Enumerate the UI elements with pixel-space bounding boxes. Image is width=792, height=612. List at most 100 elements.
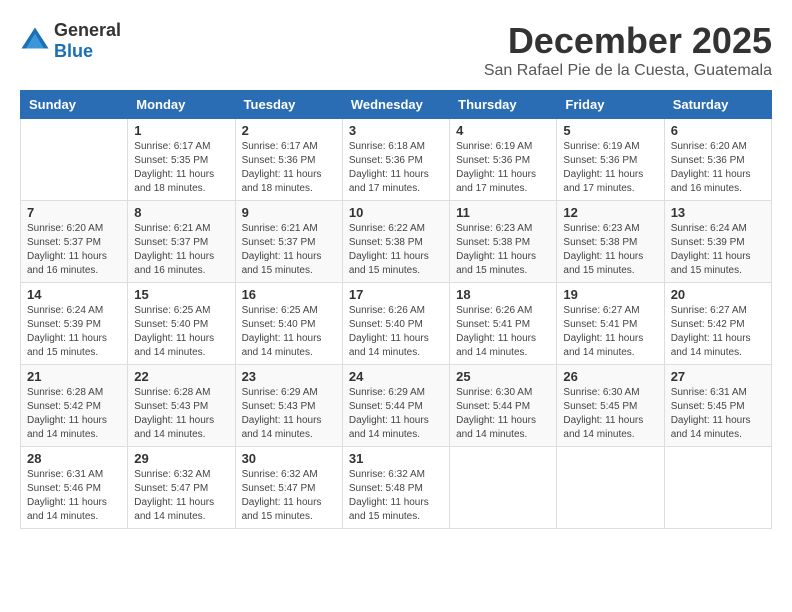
- day-info: Sunrise: 6:26 AM Sunset: 5:40 PM Dayligh…: [349, 304, 443, 360]
- day-info: Sunrise: 6:30 AM Sunset: 5:45 PM Dayligh…: [563, 386, 657, 442]
- table-row: 11 Sunrise: 6:23 AM Sunset: 5:38 PM Dayl…: [450, 201, 557, 283]
- table-row: 28 Sunrise: 6:31 AM Sunset: 5:46 PM Dayl…: [21, 447, 128, 529]
- sunrise-text: Sunrise: 6:27 AM: [671, 305, 747, 316]
- sunset-text: Sunset: 5:45 PM: [671, 401, 745, 412]
- day-number: 8: [134, 205, 228, 220]
- daylight-text: Daylight: 11 hours and 14 minutes.: [349, 333, 429, 358]
- sunrise-text: Sunrise: 6:22 AM: [349, 223, 425, 234]
- day-info: Sunrise: 6:29 AM Sunset: 5:43 PM Dayligh…: [242, 386, 336, 442]
- day-number: 19: [563, 287, 657, 302]
- sunrise-text: Sunrise: 6:25 AM: [134, 305, 210, 316]
- sunrise-text: Sunrise: 6:30 AM: [456, 387, 532, 398]
- sunrise-text: Sunrise: 6:27 AM: [563, 305, 639, 316]
- sunrise-text: Sunrise: 6:32 AM: [242, 469, 318, 480]
- daylight-text: Daylight: 11 hours and 14 minutes.: [671, 415, 751, 440]
- header-friday: Friday: [557, 91, 664, 119]
- sunset-text: Sunset: 5:47 PM: [134, 483, 208, 494]
- sunrise-text: Sunrise: 6:31 AM: [671, 387, 747, 398]
- sunset-text: Sunset: 5:36 PM: [456, 155, 530, 166]
- table-row: 22 Sunrise: 6:28 AM Sunset: 5:43 PM Dayl…: [128, 365, 235, 447]
- sunrise-text: Sunrise: 6:20 AM: [671, 141, 747, 152]
- day-number: 6: [671, 123, 765, 138]
- sunset-text: Sunset: 5:40 PM: [349, 319, 423, 330]
- daylight-text: Daylight: 11 hours and 15 minutes.: [671, 251, 751, 276]
- day-info: Sunrise: 6:29 AM Sunset: 5:44 PM Dayligh…: [349, 386, 443, 442]
- day-info: Sunrise: 6:25 AM Sunset: 5:40 PM Dayligh…: [242, 304, 336, 360]
- day-number: 11: [456, 205, 550, 220]
- day-info: Sunrise: 6:27 AM Sunset: 5:42 PM Dayligh…: [671, 304, 765, 360]
- sunset-text: Sunset: 5:41 PM: [563, 319, 637, 330]
- daylight-text: Daylight: 11 hours and 15 minutes.: [456, 251, 536, 276]
- header-wednesday: Wednesday: [342, 91, 449, 119]
- daylight-text: Daylight: 11 hours and 16 minutes.: [27, 251, 107, 276]
- day-number: 1: [134, 123, 228, 138]
- day-info: Sunrise: 6:32 AM Sunset: 5:48 PM Dayligh…: [349, 468, 443, 524]
- day-number: 20: [671, 287, 765, 302]
- table-row: 21 Sunrise: 6:28 AM Sunset: 5:42 PM Dayl…: [21, 365, 128, 447]
- table-row: [450, 447, 557, 529]
- header-saturday: Saturday: [664, 91, 771, 119]
- sunset-text: Sunset: 5:40 PM: [242, 319, 316, 330]
- day-info: Sunrise: 6:30 AM Sunset: 5:44 PM Dayligh…: [456, 386, 550, 442]
- sunset-text: Sunset: 5:39 PM: [671, 237, 745, 248]
- sunrise-text: Sunrise: 6:23 AM: [563, 223, 639, 234]
- table-row: 20 Sunrise: 6:27 AM Sunset: 5:42 PM Dayl…: [664, 283, 771, 365]
- daylight-text: Daylight: 11 hours and 14 minutes.: [456, 333, 536, 358]
- table-row: 24 Sunrise: 6:29 AM Sunset: 5:44 PM Dayl…: [342, 365, 449, 447]
- day-info: Sunrise: 6:20 AM Sunset: 5:36 PM Dayligh…: [671, 140, 765, 196]
- sunrise-text: Sunrise: 6:32 AM: [134, 469, 210, 480]
- day-info: Sunrise: 6:24 AM Sunset: 5:39 PM Dayligh…: [27, 304, 121, 360]
- day-info: Sunrise: 6:32 AM Sunset: 5:47 PM Dayligh…: [242, 468, 336, 524]
- table-row: 26 Sunrise: 6:30 AM Sunset: 5:45 PM Dayl…: [557, 365, 664, 447]
- table-row: 2 Sunrise: 6:17 AM Sunset: 5:36 PM Dayli…: [235, 119, 342, 201]
- daylight-text: Daylight: 11 hours and 15 minutes.: [242, 497, 322, 522]
- sunrise-text: Sunrise: 6:24 AM: [27, 305, 103, 316]
- table-row: 1 Sunrise: 6:17 AM Sunset: 5:35 PM Dayli…: [128, 119, 235, 201]
- sunrise-text: Sunrise: 6:26 AM: [456, 305, 532, 316]
- daylight-text: Daylight: 11 hours and 15 minutes.: [563, 251, 643, 276]
- table-row: 31 Sunrise: 6:32 AM Sunset: 5:48 PM Dayl…: [342, 447, 449, 529]
- daylight-text: Daylight: 11 hours and 17 minutes.: [563, 169, 643, 194]
- calendar-week-row: 28 Sunrise: 6:31 AM Sunset: 5:46 PM Dayl…: [21, 447, 772, 529]
- sunrise-text: Sunrise: 6:31 AM: [27, 469, 103, 480]
- sunrise-text: Sunrise: 6:25 AM: [242, 305, 318, 316]
- sunset-text: Sunset: 5:38 PM: [349, 237, 423, 248]
- table-row: 14 Sunrise: 6:24 AM Sunset: 5:39 PM Dayl…: [21, 283, 128, 365]
- day-number: 12: [563, 205, 657, 220]
- day-info: Sunrise: 6:32 AM Sunset: 5:47 PM Dayligh…: [134, 468, 228, 524]
- day-info: Sunrise: 6:23 AM Sunset: 5:38 PM Dayligh…: [563, 222, 657, 278]
- sunrise-text: Sunrise: 6:18 AM: [349, 141, 425, 152]
- daylight-text: Daylight: 11 hours and 15 minutes.: [242, 251, 322, 276]
- day-info: Sunrise: 6:22 AM Sunset: 5:38 PM Dayligh…: [349, 222, 443, 278]
- day-info: Sunrise: 6:19 AM Sunset: 5:36 PM Dayligh…: [563, 140, 657, 196]
- daylight-text: Daylight: 11 hours and 14 minutes.: [563, 415, 643, 440]
- sunset-text: Sunset: 5:41 PM: [456, 319, 530, 330]
- table-row: 9 Sunrise: 6:21 AM Sunset: 5:37 PM Dayli…: [235, 201, 342, 283]
- day-number: 29: [134, 451, 228, 466]
- sunrise-text: Sunrise: 6:17 AM: [242, 141, 318, 152]
- header-thursday: Thursday: [450, 91, 557, 119]
- table-row: 29 Sunrise: 6:32 AM Sunset: 5:47 PM Dayl…: [128, 447, 235, 529]
- sunset-text: Sunset: 5:39 PM: [27, 319, 101, 330]
- sunrise-text: Sunrise: 6:32 AM: [349, 469, 425, 480]
- day-info: Sunrise: 6:24 AM Sunset: 5:39 PM Dayligh…: [671, 222, 765, 278]
- calendar-table: Sunday Monday Tuesday Wednesday Thursday…: [20, 90, 772, 529]
- table-row: 27 Sunrise: 6:31 AM Sunset: 5:45 PM Dayl…: [664, 365, 771, 447]
- sunrise-text: Sunrise: 6:26 AM: [349, 305, 425, 316]
- day-info: Sunrise: 6:28 AM Sunset: 5:42 PM Dayligh…: [27, 386, 121, 442]
- day-number: 18: [456, 287, 550, 302]
- sunrise-text: Sunrise: 6:20 AM: [27, 223, 103, 234]
- logo-general-text: General: [54, 20, 121, 40]
- day-number: 25: [456, 369, 550, 384]
- sunset-text: Sunset: 5:37 PM: [27, 237, 101, 248]
- sunset-text: Sunset: 5:36 PM: [563, 155, 637, 166]
- sunset-text: Sunset: 5:42 PM: [27, 401, 101, 412]
- sunrise-text: Sunrise: 6:21 AM: [134, 223, 210, 234]
- day-info: Sunrise: 6:25 AM Sunset: 5:40 PM Dayligh…: [134, 304, 228, 360]
- sunset-text: Sunset: 5:43 PM: [242, 401, 316, 412]
- table-row: 10 Sunrise: 6:22 AM Sunset: 5:38 PM Dayl…: [342, 201, 449, 283]
- sunset-text: Sunset: 5:44 PM: [349, 401, 423, 412]
- table-row: 12 Sunrise: 6:23 AM Sunset: 5:38 PM Dayl…: [557, 201, 664, 283]
- day-number: 30: [242, 451, 336, 466]
- day-info: Sunrise: 6:28 AM Sunset: 5:43 PM Dayligh…: [134, 386, 228, 442]
